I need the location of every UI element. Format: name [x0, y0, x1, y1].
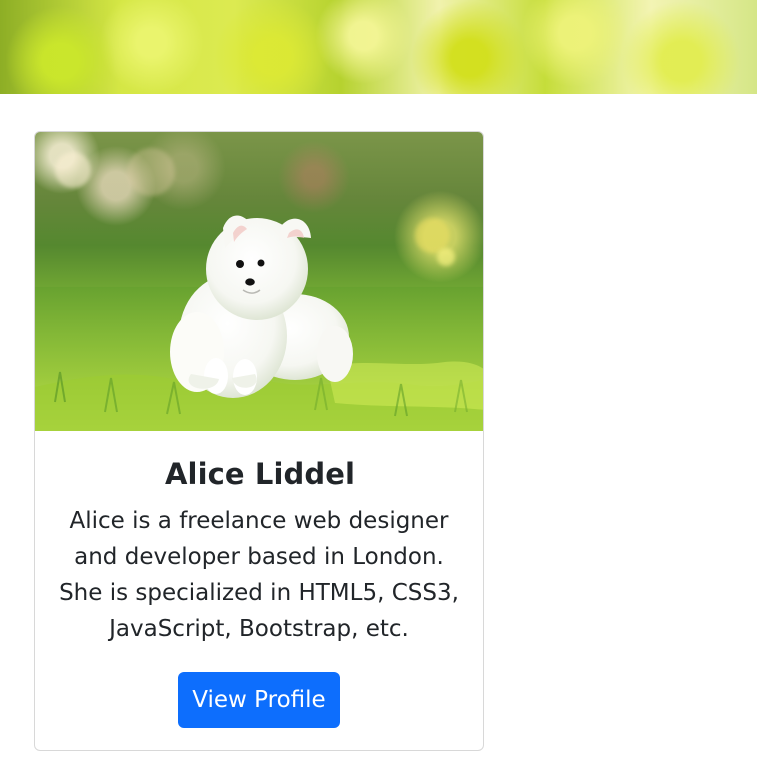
puppy-profile-image	[35, 132, 483, 431]
profile-card: Alice Liddel Alice is a freelance web de…	[34, 131, 484, 751]
puppy-image-svg	[35, 215, 483, 431]
white-puppy	[170, 215, 353, 398]
profile-name: Alice Liddel	[164, 457, 356, 491]
top-banner-image	[0, 0, 757, 94]
profile-description: Alice is a freelance web designer and de…	[59, 508, 459, 642]
view-profile-button[interactable]: View Profile	[178, 672, 340, 728]
